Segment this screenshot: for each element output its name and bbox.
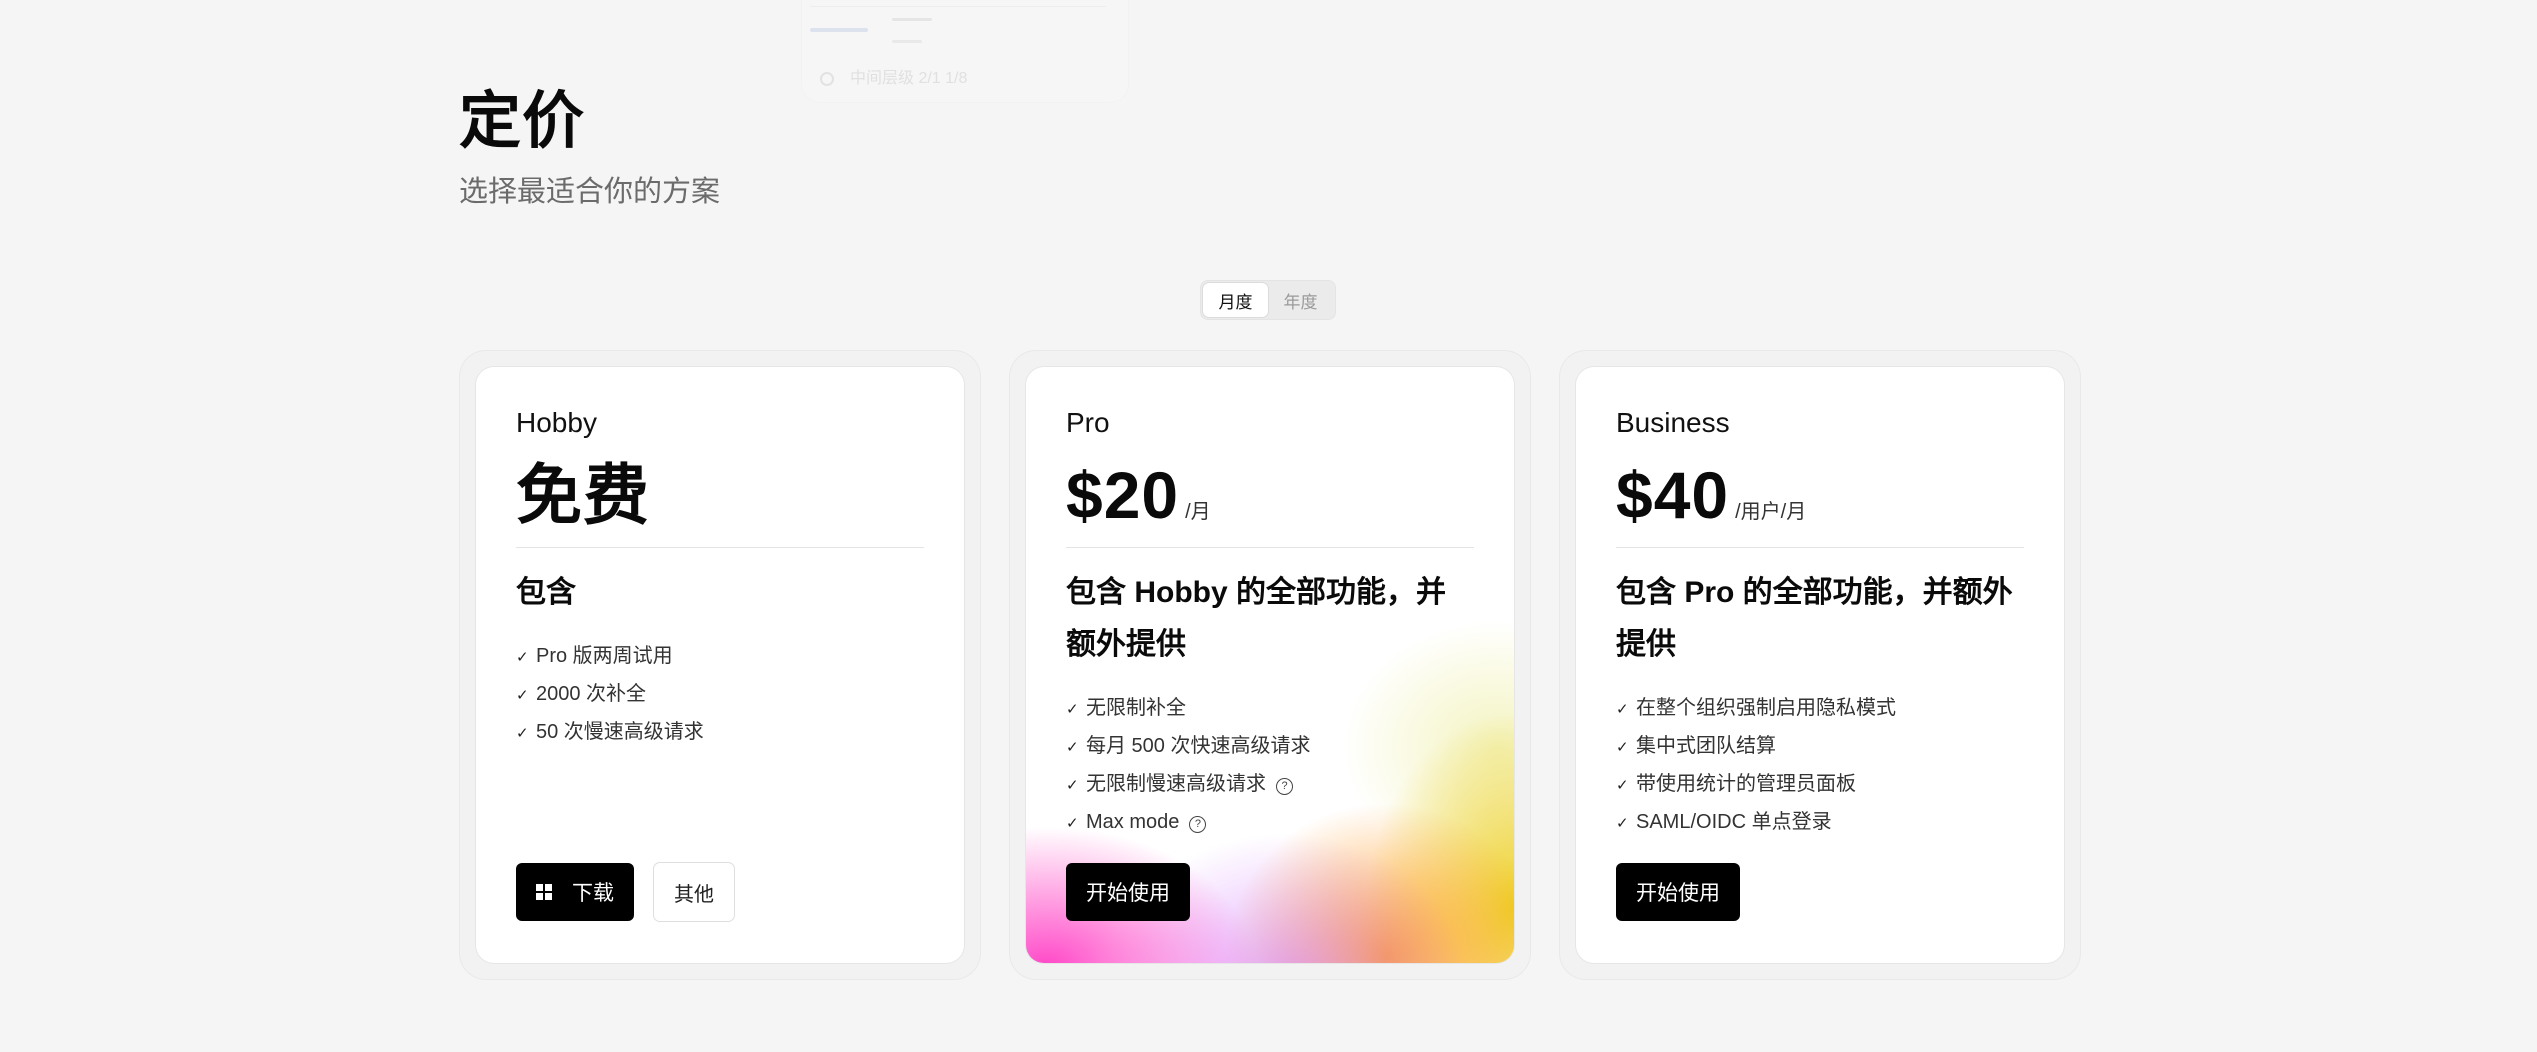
check-icon: ✓ (516, 687, 529, 704)
feature-item: ✓ Max mode? (1066, 803, 1484, 841)
feature-item: ✓ 在整个组织强制启用隐私模式 (1616, 689, 2034, 727)
get-started-button[interactable]: 开始使用 (1616, 863, 1740, 921)
check-icon: ✓ (1616, 815, 1629, 832)
feature-item: ✓ SAML/OIDC 单点登录 (1616, 803, 2034, 841)
plan-actions: 下载 其他 (516, 863, 734, 921)
check-icon: ✓ (516, 725, 529, 742)
check-icon: ✓ (1066, 739, 1079, 756)
feature-item: ✓ 无限制慢速高级请求? (1066, 765, 1484, 803)
divider (1616, 547, 2024, 548)
ghost-line (892, 40, 922, 43)
ghost-line (892, 18, 932, 21)
get-started-button[interactable]: 开始使用 (1066, 863, 1190, 921)
ghost-progress-bar (810, 28, 868, 32)
includes-heading: 包含 Hobby 的全部功能，并额外提供 (1066, 576, 1446, 661)
feature-list: ✓ Pro 版两周试用 ✓ 2000 次补全 ✓ 50 次慢速高级请求 (516, 637, 934, 751)
page-subtitle: 选择最适合你的方案 (459, 176, 721, 208)
plan-name: Pro (1066, 407, 1110, 438)
plan-pro-container: Pro $20/月 包含 Hobby 的全部功能，并额外提供 ✓ 无限制补全 ✓ 每… (1010, 351, 1530, 979)
price-amount: 免费 (516, 458, 650, 532)
windows-icon (536, 884, 552, 900)
price-unit: /月 (1185, 501, 1211, 523)
feature-item: ✓ 无限制补全 (1066, 689, 1484, 727)
includes-heading: 包含 Pro 的全部功能，并额外提供 (1616, 576, 2013, 661)
check-icon: ✓ (1616, 701, 1629, 718)
check-icon: ✓ (1066, 815, 1079, 832)
plan-card-pro: Pro $20/月 包含 Hobby 的全部功能，并额外提供 ✓ 无限制补全 ✓ 每… (1026, 367, 1514, 963)
toggle-monthly[interactable]: 月度 (1203, 283, 1268, 317)
plan-price: $40/用户/月 (1616, 455, 1806, 535)
feature-list: ✓ 在整个组织强制启用隐私模式 ✓ 集中式团队结算 ✓ 带使用统计的管理员面板 ✓ SA… (1616, 689, 2034, 841)
feature-item: ✓ 50 次慢速高级请求 (516, 713, 934, 751)
plan-card-hobby: Hobby 免费 包含 ✓ Pro 版两周试用 ✓ 2000 次补全 ✓ 50 次慢速… (476, 367, 964, 963)
toggle-yearly[interactable]: 年度 (1268, 283, 1333, 317)
feature-item: ✓ 带使用统计的管理员面板 (1616, 765, 2034, 803)
plan-hobby-container: Hobby 免费 包含 ✓ Pro 版两周试用 ✓ 2000 次补全 ✓ 50 次慢速… (460, 351, 980, 979)
billing-period-toggle: 月度 年度 (1200, 280, 1336, 320)
check-icon: ✓ (1616, 739, 1629, 756)
price-amount: $40 (1616, 458, 1730, 532)
plan-business-container: Business $40/用户/月 包含 Pro 的全部功能，并额外提供 ✓ 在整… (1560, 351, 2080, 979)
question-circle-icon[interactable]: ? (1189, 816, 1207, 833)
ghost-footer: 中间层级 2/1 1/8 (820, 64, 967, 88)
plan-name: Hobby (516, 407, 597, 438)
other-downloads-button[interactable]: 其他 (654, 863, 734, 921)
plan-name: Business (1616, 407, 1730, 438)
divider (1066, 547, 1474, 548)
plan-price: $20/月 (1066, 455, 1211, 535)
plan-price: 免费 (516, 455, 650, 535)
pricing-page: 中间层级 2/1 1/8 定价 选择最适合你的方案 月度 年度 Hobby 免费… (0, 0, 2537, 1052)
feature-item: ✓ 2000 次补全 (516, 675, 934, 713)
plan-card-business: Business $40/用户/月 包含 Pro 的全部功能，并额外提供 ✓ 在整… (1576, 367, 2064, 963)
check-icon: ✓ (1616, 777, 1629, 794)
check-icon: ✓ (516, 649, 529, 666)
plan-actions: 开始使用 (1066, 863, 1190, 921)
question-circle-icon[interactable]: ? (1276, 778, 1293, 795)
check-icon: ✓ (1066, 701, 1079, 718)
ghost-divider (810, 6, 1106, 7)
price-unit: /用户/月 (1735, 501, 1807, 523)
clock-icon (820, 72, 834, 86)
price-amount: $20 (1066, 458, 1180, 532)
check-icon: ✓ (1066, 777, 1079, 794)
includes-heading: 包含 (516, 576, 576, 609)
download-button[interactable]: 下载 (516, 863, 634, 921)
feature-item: ✓ 集中式团队结算 (1616, 727, 2034, 765)
divider (516, 547, 924, 548)
feature-item: ✓ Pro 版两周试用 (516, 637, 934, 675)
ghost-preview-card: 中间层级 2/1 1/8 (802, 0, 1128, 102)
page-title: 定价 (459, 87, 586, 156)
plan-actions: 开始使用 (1616, 863, 1740, 921)
feature-item: ✓ 每月 500 次快速高级请求 (1066, 727, 1484, 765)
feature-list: ✓ 无限制补全 ✓ 每月 500 次快速高级请求 ✓ 无限制慢速高级请求? ✓ Max … (1066, 689, 1484, 841)
